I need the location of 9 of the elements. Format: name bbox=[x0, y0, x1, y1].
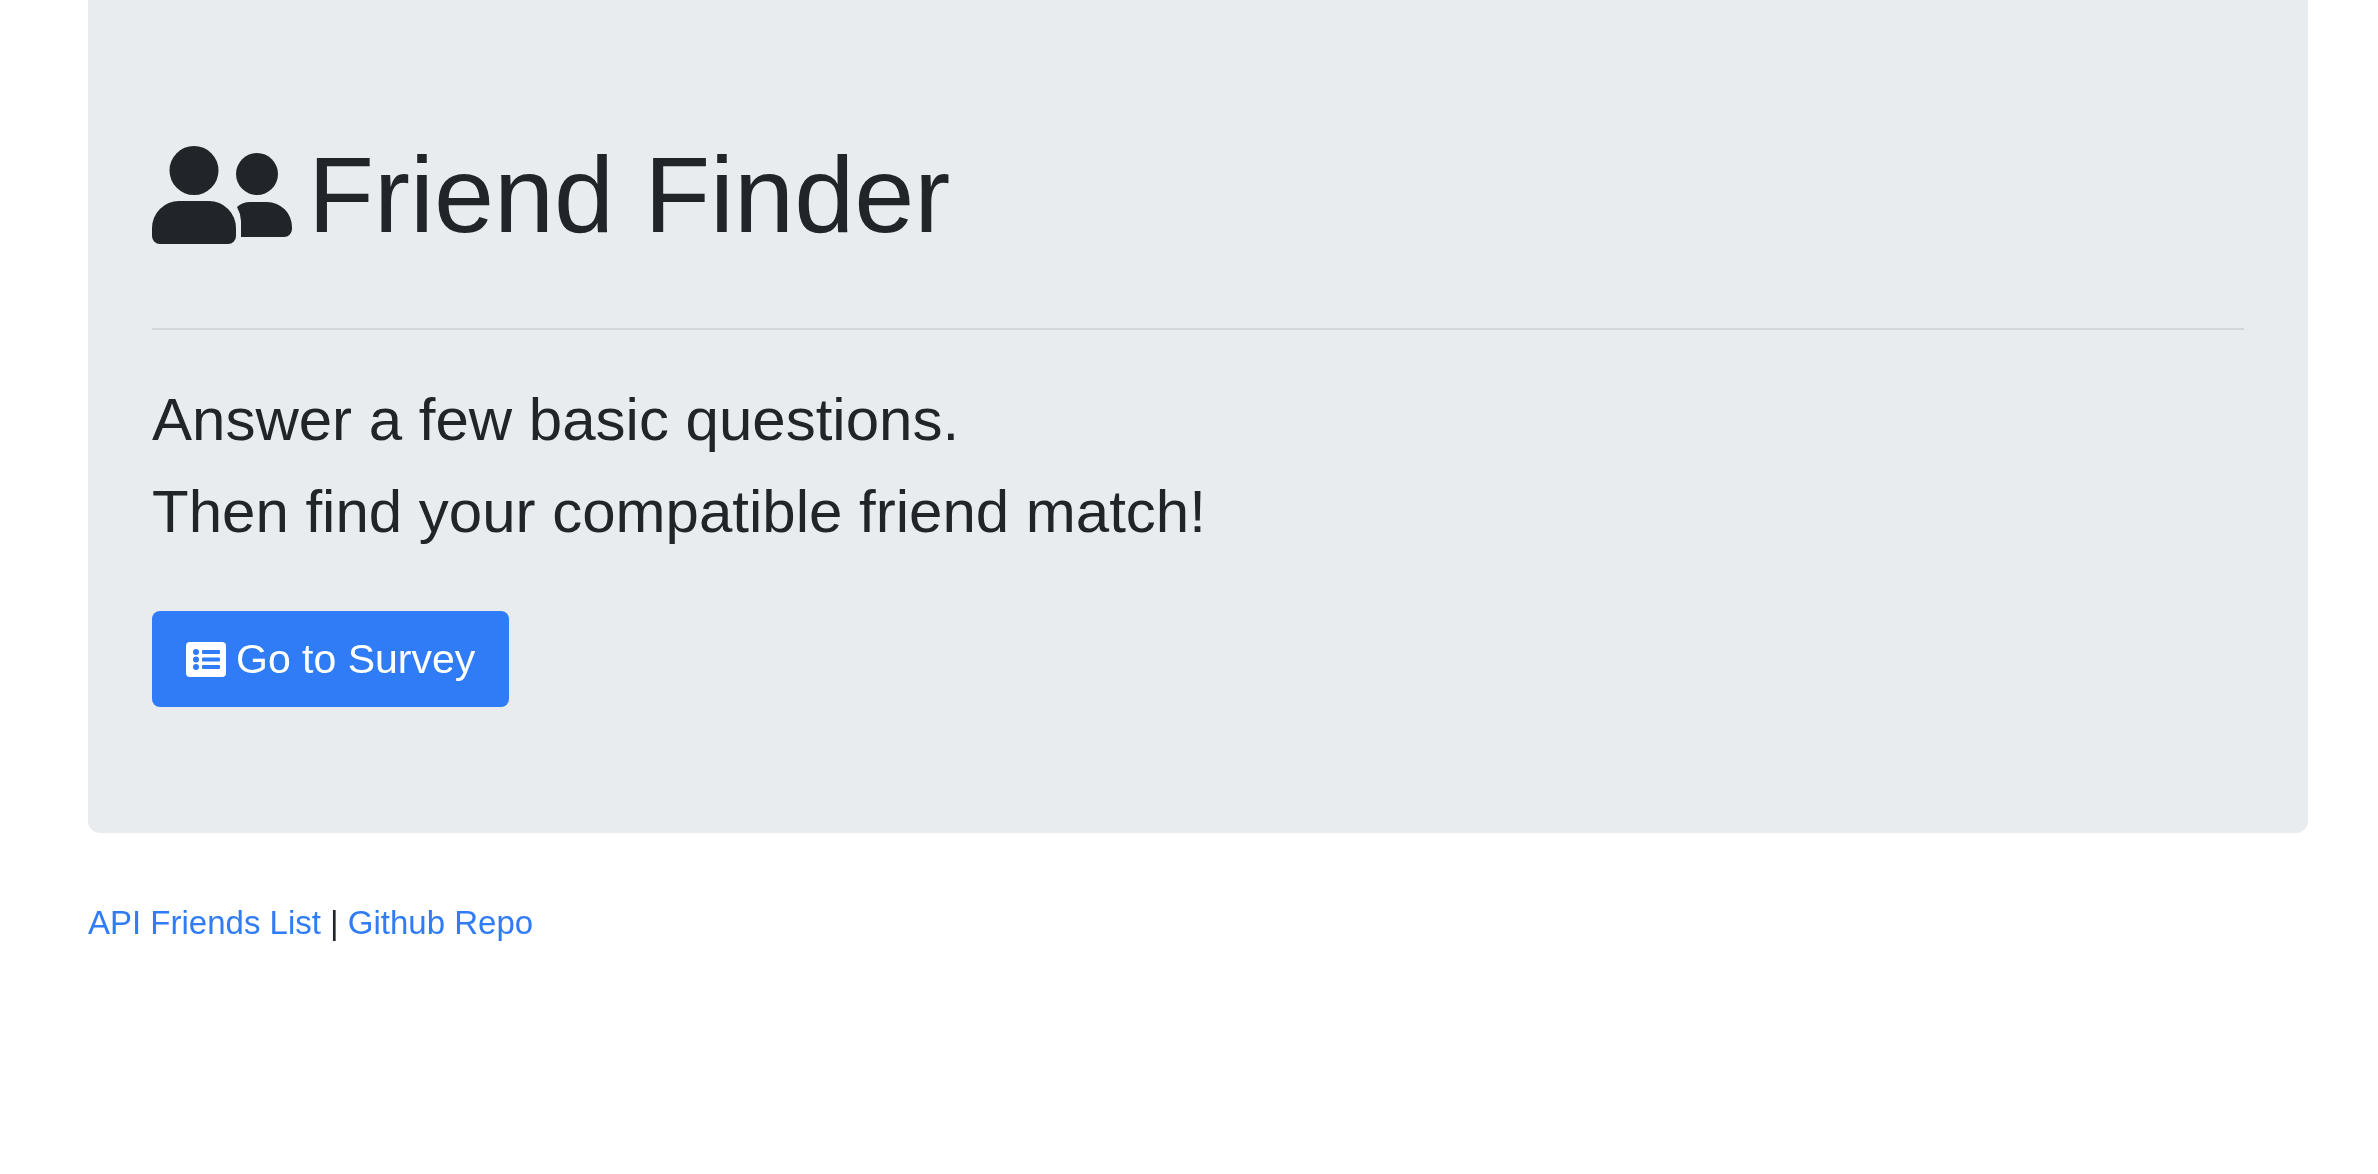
page-title: Friend Finder bbox=[308, 133, 951, 257]
lead-text: Answer a few basic questions. bbox=[152, 385, 961, 455]
footer-link[interactable]: Github Repo bbox=[347, 904, 534, 941]
footer-link[interactable]: API Friends List bbox=[88, 904, 321, 941]
link-separator: | bbox=[330, 904, 339, 941]
users-icon bbox=[152, 146, 292, 244]
survey-button[interactable]: Go to Survey bbox=[152, 611, 510, 707]
list-icon bbox=[186, 641, 226, 677]
lead-text: Then find your compatible friend match! bbox=[152, 477, 1207, 547]
